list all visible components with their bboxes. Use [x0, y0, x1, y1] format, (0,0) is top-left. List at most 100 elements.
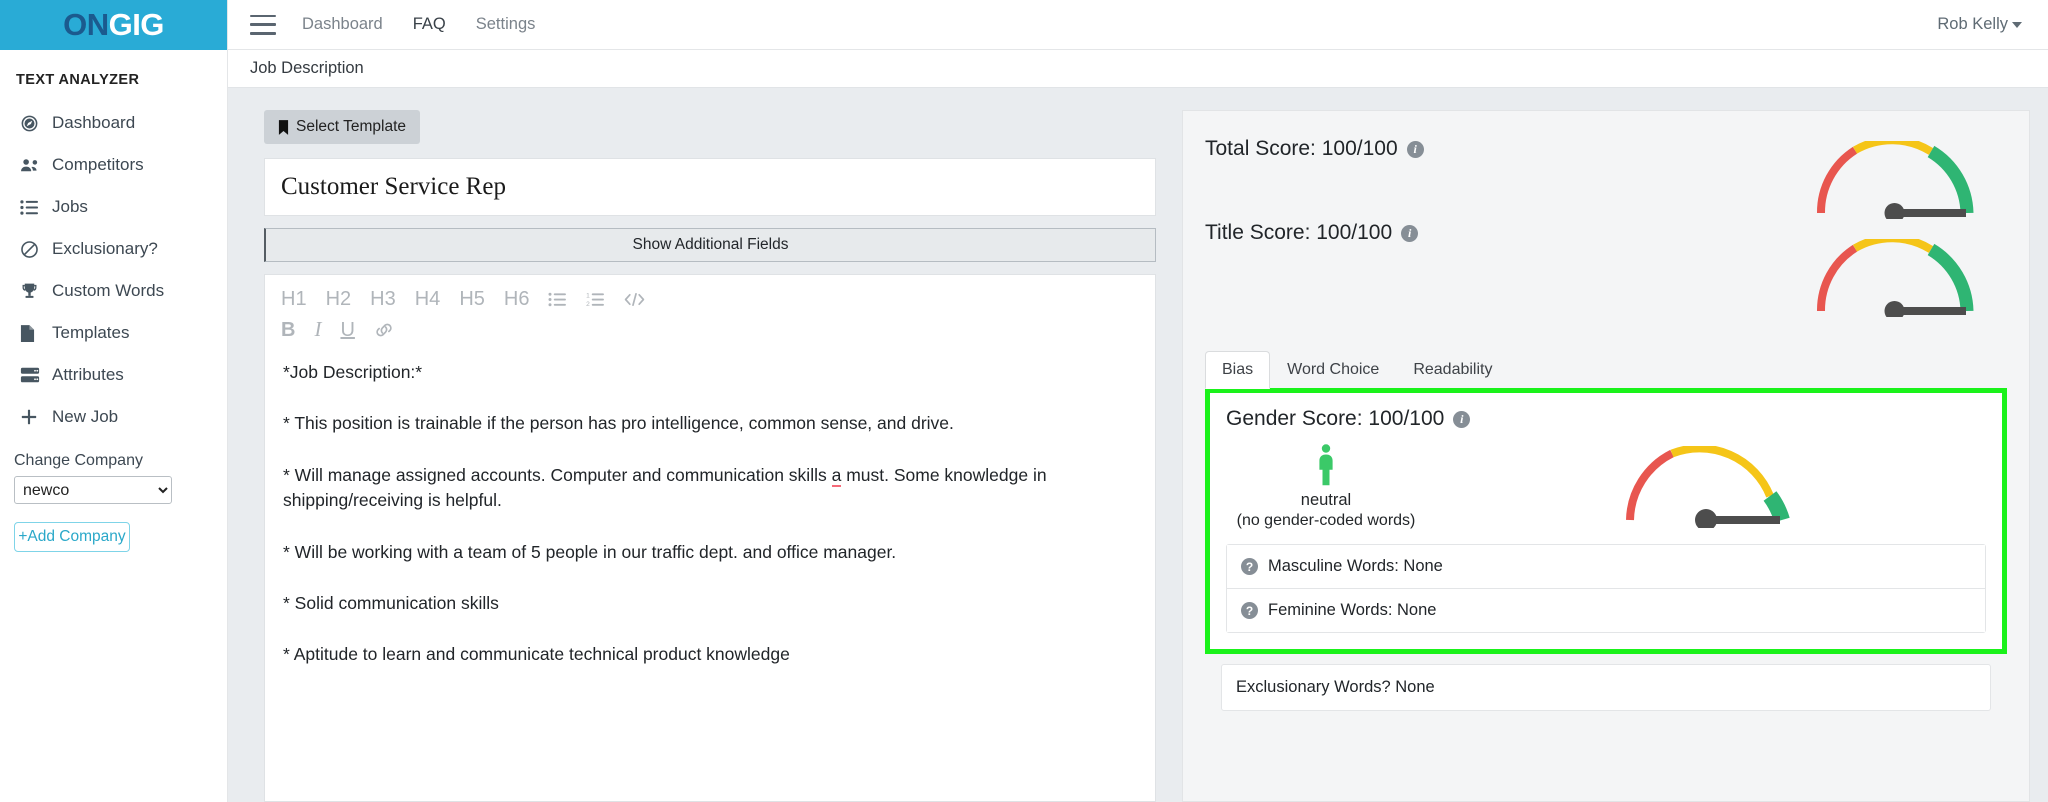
gender-score-label: Gender Score: 100/100: [1226, 407, 1445, 430]
sidebar-item-label: Jobs: [52, 197, 88, 216]
document-icon: [20, 324, 46, 343]
doc-paragraph: * This position is trainable if the pers…: [283, 413, 954, 434]
breadcrumb: Job Description: [250, 59, 364, 77]
total-score-gauge: [1807, 141, 2007, 219]
gender-score-title: Gender Score: 100/100 i: [1226, 407, 1986, 431]
link-icon[interactable]: [374, 322, 394, 338]
gender-score-panel: Gender Score: 100/100 i neutral (no gend…: [1205, 388, 2007, 654]
sidebar-item-label: Attributes: [52, 365, 124, 384]
sidebar-item-label: Custom Words: [52, 281, 165, 300]
feminine-words-label: Feminine Words: None: [1268, 601, 1437, 619]
numbered-list-icon[interactable]: 12: [586, 292, 605, 307]
list-item[interactable]: ? Masculine Words: None: [1227, 545, 1985, 589]
sidebar-title: TEXT ANALYZER: [16, 72, 140, 88]
server-icon: [20, 366, 46, 384]
score-labels: Total Score: 100/100 i Title Score: 100/…: [1205, 137, 1807, 245]
h6-button[interactable]: H6: [504, 289, 530, 309]
sidebar-item-exclusionary[interactable]: Exclusionary?: [0, 228, 227, 270]
sidebar-item-jobs[interactable]: Jobs: [0, 186, 227, 228]
svg-text:1: 1: [587, 292, 591, 299]
list-icon: [20, 199, 46, 216]
gender-state-sublabel: (no gender-coded words): [1236, 512, 1416, 529]
doc-paragraph: *Job Description:*: [283, 362, 423, 382]
sidebar-item-custom-words[interactable]: Custom Words: [0, 270, 227, 312]
info-icon[interactable]: i: [1406, 140, 1424, 158]
person-icon: [1226, 443, 1426, 487]
underline-button[interactable]: U: [340, 320, 354, 340]
doc-paragraph: * Will be working with a team of 5 peopl…: [283, 541, 897, 562]
trophy-icon: [20, 282, 46, 301]
tab-word-choice[interactable]: Word Choice: [1270, 351, 1396, 389]
list-item[interactable]: ? Feminine Words: None: [1227, 589, 1985, 632]
h4-button[interactable]: H4: [415, 289, 441, 309]
gender-score-gauge: [1426, 445, 1986, 528]
gender-state-label: neutral: [1300, 491, 1352, 509]
add-company-button[interactable]: +Add Company: [14, 522, 130, 552]
title-score-label: Title Score: 100/100: [1205, 221, 1393, 244]
masculine-words-label: Masculine Words: None: [1268, 557, 1443, 575]
doc-paragraph: * Aptitude to learn and communicate tech…: [283, 644, 790, 665]
logo-on-text: ON: [63, 7, 109, 42]
toolbar-row-format: B I U: [281, 319, 1139, 350]
bold-button[interactable]: B: [281, 320, 295, 340]
code-icon[interactable]: [624, 292, 645, 307]
question-icon[interactable]: ?: [1241, 558, 1258, 575]
sidebar-item-attributes[interactable]: Attributes: [0, 354, 227, 396]
change-company-section: Change Company newco: [0, 438, 227, 504]
topnav-item-dashboard[interactable]: Dashboard: [302, 15, 383, 34]
topnav-item-settings[interactable]: Settings: [476, 15, 536, 34]
h5-button[interactable]: H5: [459, 289, 485, 309]
gauge-stack: [1807, 137, 2007, 317]
tab-bias[interactable]: Bias: [1205, 351, 1271, 389]
total-score-line: Total Score: 100/100 i: [1205, 137, 1807, 161]
company-select[interactable]: newco: [14, 476, 172, 504]
app-root: ONGIG TEXT ANALYZER Dashboard Competitor…: [0, 0, 2048, 802]
select-template-button[interactable]: Select Template: [264, 110, 420, 144]
tab-readability[interactable]: Readability: [1396, 351, 1509, 389]
sidebar-item-label: Dashboard: [52, 113, 136, 132]
sidebar-item-new-job[interactable]: New Job: [0, 396, 227, 438]
hamburger-menu-icon[interactable]: [250, 14, 276, 35]
score-column: Total Score: 100/100 i Title Score: 100/…: [1182, 110, 2030, 802]
bookmark-icon: [278, 119, 289, 135]
score-summary-row: Total Score: 100/100 i Title Score: 100/…: [1205, 137, 2007, 317]
info-icon[interactable]: i: [1401, 224, 1419, 242]
people-icon: [20, 156, 46, 175]
doc-text-pre: * Will manage assigned accounts. Compute…: [283, 464, 832, 485]
job-title-field[interactable]: Customer Service Rep: [264, 158, 1156, 216]
grammar-flagged-word[interactable]: a: [831, 464, 842, 487]
info-icon[interactable]: i: [1453, 410, 1471, 428]
topnav-item-faq[interactable]: FAQ: [413, 15, 446, 34]
question-icon[interactable]: ?: [1241, 602, 1258, 619]
ongig-logo[interactable]: ONGIG: [63, 7, 164, 43]
ban-icon: [20, 240, 46, 259]
score-panel: Total Score: 100/100 i Title Score: 100/…: [1182, 110, 2030, 802]
gender-main-row: neutral (no gender-coded words): [1226, 443, 1986, 530]
editor-toolbar: H1 H2 H3 H4 H5 H6 12 B I U: [265, 275, 1155, 356]
change-company-label: Change Company: [14, 452, 143, 469]
h3-button[interactable]: H3: [370, 289, 396, 309]
plus-icon: [20, 408, 46, 426]
h1-button[interactable]: H1: [281, 289, 307, 309]
sidebar-item-label: New Job: [52, 407, 119, 426]
sidebar-item-label: Templates: [52, 323, 130, 342]
content-area: Select Template Customer Service Rep Sho…: [228, 88, 2048, 802]
doc-paragraph: * Solid communication skills: [283, 592, 499, 613]
sidebar-item-dashboard[interactable]: Dashboard: [0, 102, 227, 144]
total-score-label: Total Score: 100/100: [1205, 137, 1398, 160]
analysis-tabs: Bias Word Choice Readability: [1205, 351, 2007, 389]
sidebar-item-competitors[interactable]: Competitors: [0, 144, 227, 186]
logo-bar: ONGIG: [0, 0, 227, 50]
topbar: Dashboard FAQ Settings Rob Kelly: [228, 0, 2048, 50]
show-additional-fields-button[interactable]: Show Additional Fields: [264, 228, 1156, 262]
h2-button[interactable]: H2: [326, 289, 352, 309]
bullet-list-icon[interactable]: [548, 292, 567, 307]
editor-document-body[interactable]: *Job Description:* * This position is tr…: [265, 356, 1155, 694]
svg-text:2: 2: [587, 301, 591, 307]
sidebar-item-templates[interactable]: Templates: [0, 312, 227, 354]
exclusionary-words-item[interactable]: Exclusionary Words? None: [1221, 664, 1991, 711]
sidebar-nav: Dashboard Competitors Jobs Exclusionary?: [0, 98, 227, 438]
chevron-down-icon: [2012, 21, 2022, 28]
italic-button[interactable]: I: [314, 319, 321, 340]
user-menu[interactable]: Rob Kelly: [1937, 15, 2026, 34]
